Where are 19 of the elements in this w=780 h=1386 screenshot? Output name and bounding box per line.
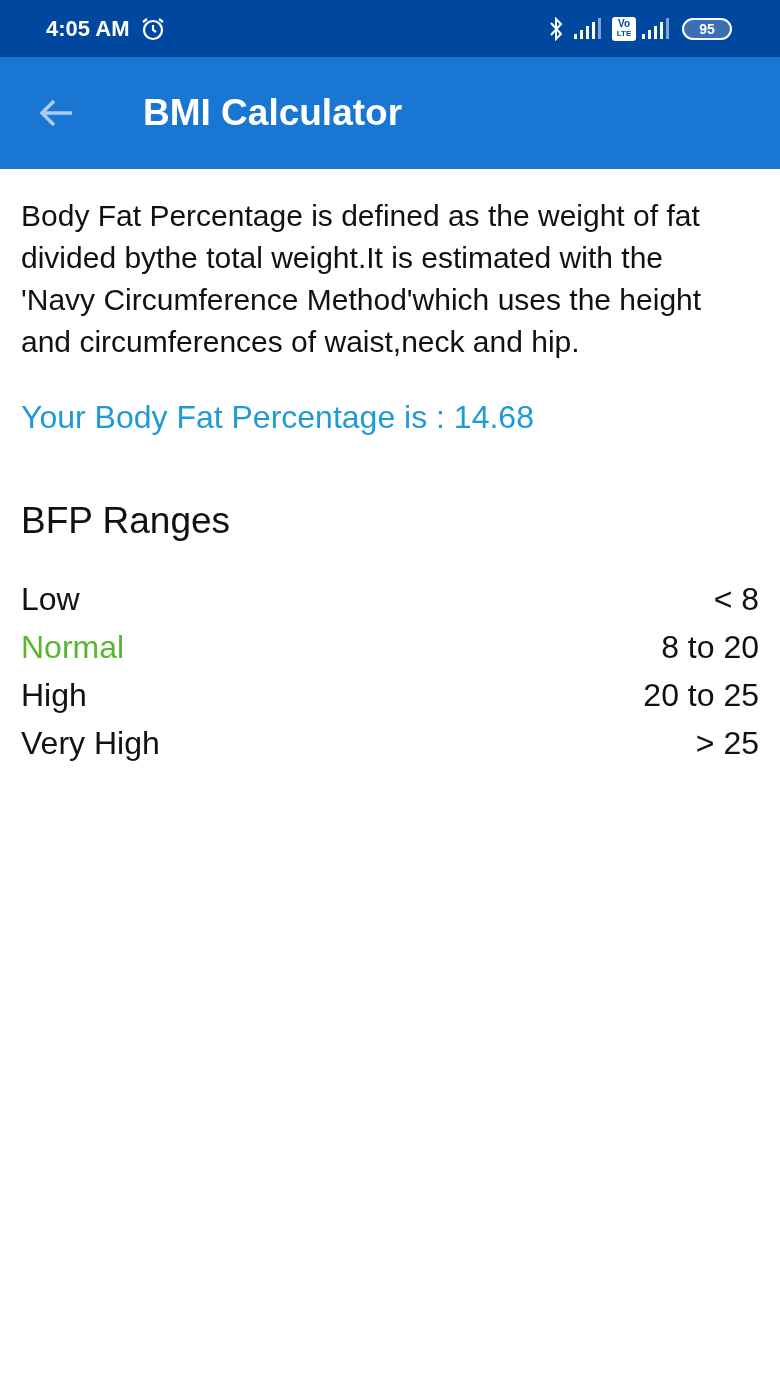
description-paragraph: Body Fat Percentage is defined as the weight of fat divided bythe total weight.It is estimated with the 'Navy Circumference Method'which uses the height and circumferences of waist,neck and hip.	[21, 198, 703, 360]
range-label: Very High	[21, 723, 160, 763]
signal-icon	[642, 17, 670, 40]
range-label: Normal	[21, 627, 125, 667]
range-value: 8 to 20	[661, 627, 759, 667]
back-arrow-icon	[38, 98, 74, 128]
range-value: < 8	[713, 579, 759, 619]
ranges-heading: BFP Ranges	[21, 499, 232, 543]
range-value: 20 to 25	[643, 675, 759, 715]
bluetooth-icon	[548, 16, 564, 41]
range-label: High	[21, 675, 87, 715]
range-value: > 25	[695, 723, 759, 763]
range-label: Low	[21, 579, 80, 619]
result-text: Your Body Fat Percentage is : 14.68	[21, 398, 535, 437]
status-time: 4:05 AM	[46, 15, 130, 43]
signal-icon	[574, 17, 602, 40]
battery-indicator: 95	[682, 17, 732, 40]
app-bar-title: BMI Calculator	[143, 91, 403, 136]
volte-badge: Vo LTE	[612, 16, 636, 41]
